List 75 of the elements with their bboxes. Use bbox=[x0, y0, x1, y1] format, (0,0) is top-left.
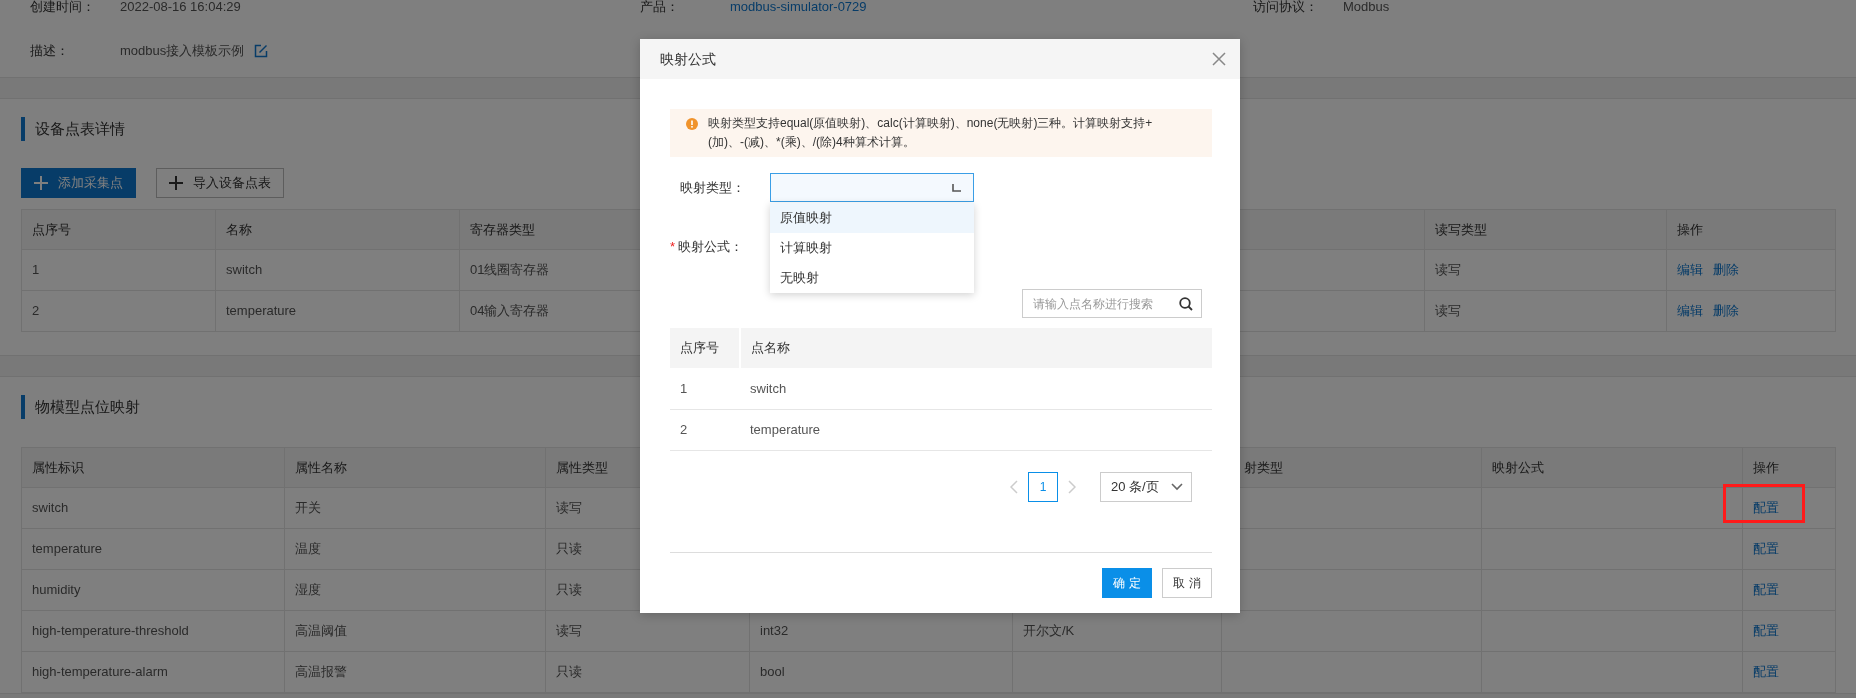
page-size-select[interactable]: 20 条/页 bbox=[1100, 471, 1192, 502]
delete-link[interactable]: 删除 bbox=[1713, 303, 1739, 319]
column-header: 操作 bbox=[1742, 447, 1836, 488]
table-cell: high-temperature-threshold bbox=[21, 610, 285, 652]
chevron-down-icon bbox=[1171, 482, 1183, 491]
field-value: Modbus bbox=[1343, 0, 1390, 17]
plus-icon bbox=[169, 176, 183, 190]
select-field[interactable] bbox=[770, 173, 974, 202]
next-page-button[interactable] bbox=[1066, 477, 1078, 496]
table-cell: 只读 bbox=[545, 651, 750, 693]
table-cell: 开关 bbox=[284, 487, 546, 529]
column-header: 点序号 bbox=[21, 209, 216, 250]
table-cell: switch bbox=[740, 368, 1212, 409]
table-cell: temperature bbox=[215, 290, 460, 332]
configure-link[interactable]: 配置 bbox=[1753, 500, 1779, 516]
table-cell: 1 bbox=[670, 368, 740, 409]
column-header: 名称 bbox=[215, 209, 460, 250]
column-header: 属性名称 bbox=[284, 447, 546, 488]
table-cell: high-temperature-alarm bbox=[21, 651, 285, 693]
table-cell: temperature bbox=[740, 409, 1212, 450]
field-value: modbus接入模板示例 bbox=[120, 42, 245, 61]
table-cell: switch bbox=[215, 249, 460, 291]
confirm-button[interactable]: 确 定 bbox=[1102, 567, 1152, 598]
column-header: 点序号 bbox=[670, 328, 740, 368]
close-icon bbox=[1212, 52, 1226, 66]
configure-link[interactable]: 配置 bbox=[1753, 623, 1779, 639]
table-cell: humidity bbox=[21, 569, 285, 611]
previous-page-button[interactable] bbox=[1008, 477, 1020, 496]
table-cell: switch bbox=[21, 487, 285, 529]
table-cell: 高温阈值 bbox=[284, 610, 546, 652]
edit-icon bbox=[254, 44, 269, 58]
caret-icon bbox=[952, 183, 961, 192]
column-header: 属性标识 bbox=[21, 447, 285, 488]
column-header: 操作 bbox=[1666, 209, 1836, 250]
field-value: 2022-08-16 16:04:29 bbox=[120, 0, 241, 17]
chevron-left-icon bbox=[1010, 479, 1018, 494]
field-label: 访问协议： bbox=[1253, 0, 1319, 17]
table-cell: bool bbox=[749, 651, 1013, 693]
field-label: 产品： bbox=[640, 0, 680, 17]
plus-icon bbox=[34, 176, 48, 190]
dropdown-option[interactable]: 无映射 bbox=[770, 263, 974, 293]
edit-link[interactable]: 编辑 bbox=[1677, 262, 1703, 278]
delete-link[interactable]: 删除 bbox=[1713, 262, 1739, 278]
field-label: 映射类型： bbox=[679, 178, 746, 197]
table-cell: 读写 bbox=[1424, 249, 1667, 291]
table-cell: 2 bbox=[21, 290, 216, 332]
column-header: 点名称 bbox=[740, 328, 1212, 368]
field-label: 描述： bbox=[30, 42, 70, 61]
cancel-button[interactable]: 取 消 bbox=[1162, 567, 1212, 598]
table-cell: 1 bbox=[21, 249, 216, 291]
table-cell: 温度 bbox=[284, 528, 546, 570]
search-icon bbox=[1179, 297, 1193, 311]
dropdown-option[interactable]: 原值映射 bbox=[770, 203, 974, 233]
page-button[interactable]: 1 bbox=[1028, 471, 1058, 502]
warning-icon bbox=[686, 118, 698, 130]
product-link[interactable]: modbus-simulator-0729 bbox=[730, 0, 867, 17]
search-field[interactable]: 请输入点名称进行搜索 bbox=[1022, 289, 1202, 318]
table-cell: 高温报警 bbox=[284, 651, 546, 693]
table-cell: temperature bbox=[21, 528, 285, 570]
dialog-title: 映射公式 bbox=[660, 49, 716, 69]
configure-link[interactable]: 配置 bbox=[1753, 664, 1779, 680]
edit-link[interactable]: 编辑 bbox=[1677, 303, 1703, 319]
table-cell: 湿度 bbox=[284, 569, 546, 611]
close-button[interactable] bbox=[1210, 50, 1228, 68]
add-point-button[interactable]: 添加采集点 bbox=[21, 168, 136, 198]
table-cell: 读写 bbox=[1424, 290, 1667, 332]
field-label: 创建时间： bbox=[30, 0, 96, 17]
configure-link[interactable]: 配置 bbox=[1753, 582, 1779, 598]
column-header: 读写类型 bbox=[1424, 209, 1667, 250]
table-cell: 2 bbox=[670, 409, 740, 450]
import-button[interactable]: 导入设备点表 bbox=[156, 168, 284, 198]
edit-button[interactable] bbox=[254, 44, 269, 58]
chevron-right-icon bbox=[1068, 479, 1076, 494]
configure-link[interactable]: 配置 bbox=[1753, 541, 1779, 557]
column-header: 映射公式 bbox=[1481, 447, 1743, 488]
